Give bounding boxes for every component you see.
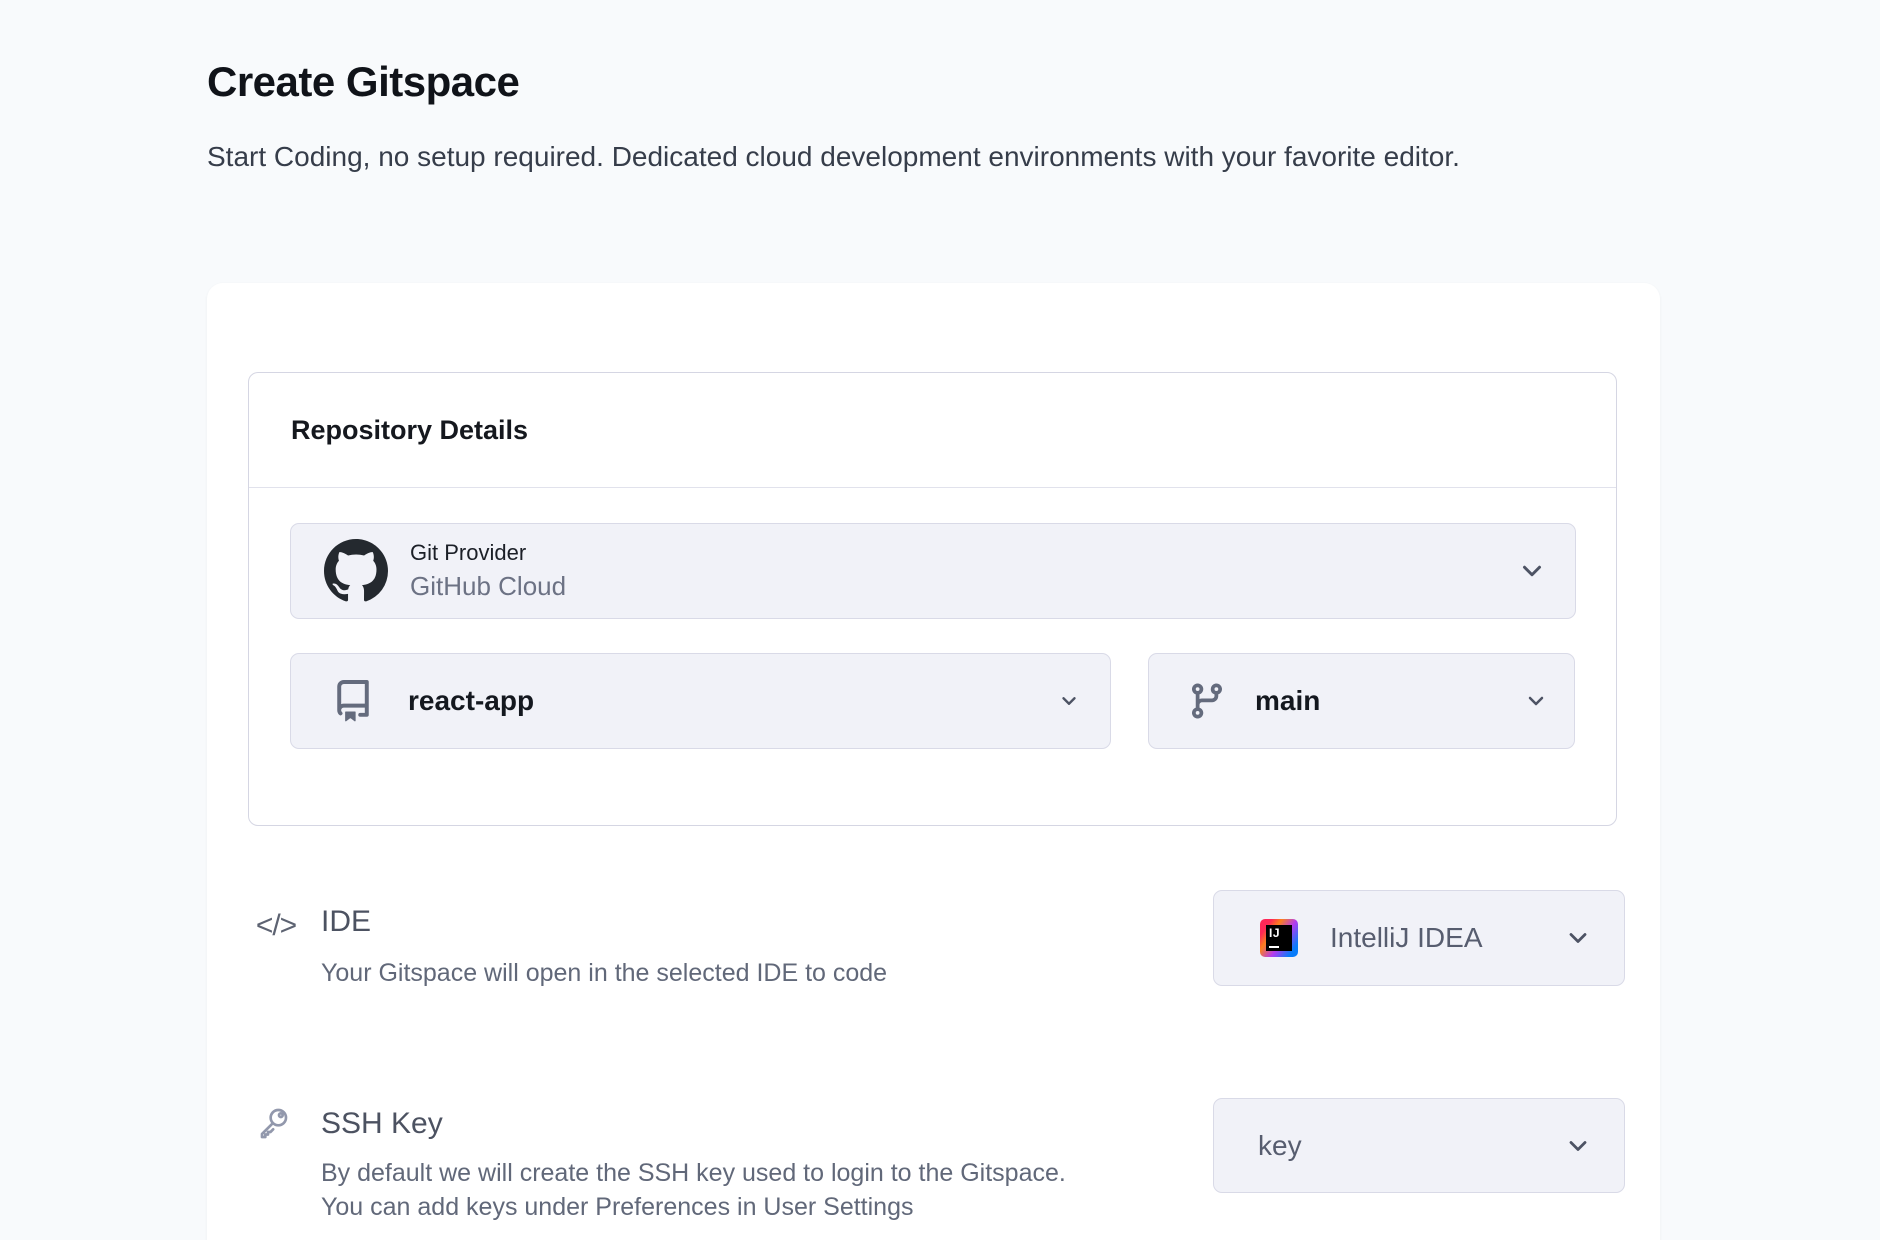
- repo-icon: [332, 680, 374, 722]
- repository-details-card: Repository Details Git Provider GitHub C…: [248, 372, 1617, 826]
- ide-value: IntelliJ IDEA: [1330, 922, 1483, 954]
- branch-value: main: [1255, 685, 1320, 717]
- key-icon: [249, 1103, 295, 1145]
- git-provider-value: GitHub Cloud: [410, 571, 566, 602]
- chevron-down-icon: [1564, 1132, 1592, 1160]
- git-provider-select[interactable]: Git Provider GitHub Cloud: [290, 523, 1576, 619]
- code-icon: </>: [251, 905, 301, 947]
- ssh-key-description: By default we will create the SSH key us…: [321, 1156, 1141, 1224]
- repository-select[interactable]: react-app: [290, 653, 1111, 749]
- git-branch-icon: [1187, 681, 1227, 721]
- branch-select[interactable]: main: [1148, 653, 1575, 749]
- page-subtitle: Start Coding, no setup required. Dedicat…: [207, 136, 1607, 178]
- chevron-down-icon: [1517, 556, 1547, 586]
- chevron-down-icon: [1524, 689, 1548, 713]
- create-gitspace-form-card: Repository Details Git Provider GitHub C…: [207, 283, 1660, 1240]
- intellij-idea-icon: IJ: [1260, 919, 1298, 957]
- repository-details-title: Repository Details: [291, 415, 528, 446]
- ide-label: IDE: [321, 905, 371, 939]
- ssh-key-select[interactable]: key: [1213, 1098, 1625, 1193]
- repository-details-header: Repository Details: [249, 373, 1616, 488]
- git-provider-text: Git Provider GitHub Cloud: [410, 540, 566, 602]
- chevron-down-icon: [1564, 924, 1592, 952]
- ssh-key-value: key: [1258, 1130, 1302, 1162]
- github-icon: [324, 539, 388, 603]
- ssh-key-label: SSH Key: [321, 1107, 443, 1141]
- ssh-key-description-line2: You can add keys under Preferences in Us…: [321, 1190, 1141, 1224]
- ide-select[interactable]: IJ IntelliJ IDEA: [1213, 890, 1625, 986]
- chevron-down-icon: [1058, 690, 1080, 712]
- ide-description: Your Gitspace will open in the selected …: [321, 956, 1081, 990]
- page-title: Create Gitspace: [207, 58, 519, 106]
- git-provider-label: Git Provider: [410, 540, 566, 566]
- ssh-key-description-line1: By default we will create the SSH key us…: [321, 1156, 1141, 1190]
- repository-value: react-app: [408, 685, 534, 717]
